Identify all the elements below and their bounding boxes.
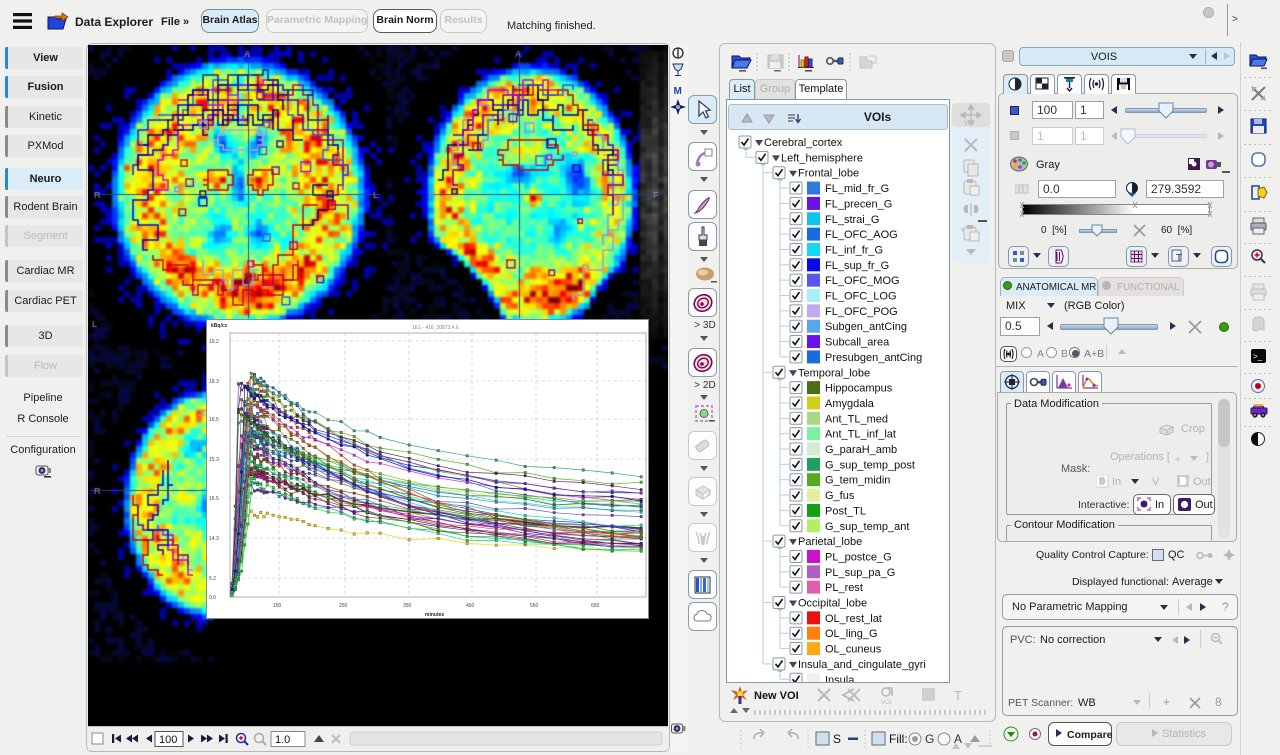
svg-text:Presubgen_antCing: Presubgen_antCing bbox=[825, 352, 922, 364]
svg-text:OL_rest_lat: OL_rest_lat bbox=[825, 613, 882, 625]
svg-text:650: 650 bbox=[591, 603, 600, 609]
svg-text:5.2: 5.2 bbox=[209, 576, 216, 582]
svg-text:14.3: 14.3 bbox=[209, 536, 219, 542]
svg-text:kBq/cc: kBq/cc bbox=[211, 323, 228, 329]
svg-text:FL_OFC_MOG: FL_OFC_MOG bbox=[825, 275, 900, 287]
svg-text:19.2: 19.2 bbox=[209, 339, 219, 345]
svg-text:150: 150 bbox=[273, 603, 282, 609]
svg-text:Insula_and_cingulate_gyri: Insula_and_cingulate_gyri bbox=[798, 659, 926, 671]
svg-text:Post_TL: Post_TL bbox=[825, 505, 866, 517]
svg-text:Temporal_lobe: Temporal_lobe bbox=[798, 367, 870, 379]
svg-text:G_paraH_amb: G_paraH_amb bbox=[825, 444, 897, 456]
svg-text:G_sup_temp_ant: G_sup_temp_ant bbox=[825, 521, 909, 533]
svg-text:0.0: 0.0 bbox=[209, 595, 216, 601]
svg-text:Hippocampus: Hippocampus bbox=[825, 383, 893, 395]
svg-text:Subcall_area: Subcall_area bbox=[825, 337, 890, 349]
svg-text:PL_postce_G: PL_postce_G bbox=[825, 551, 892, 563]
svg-text:Parietal_lobe: Parietal_lobe bbox=[798, 536, 862, 548]
svg-text:G_tem_midin: G_tem_midin bbox=[825, 475, 890, 487]
svg-text:OL_cuneus: OL_cuneus bbox=[825, 644, 882, 656]
svg-text:OL_ling_G: OL_ling_G bbox=[825, 628, 878, 640]
svg-text:18.3: 18.3 bbox=[209, 379, 219, 385]
svg-text:1E1 - 416_30873.4.6: 1E1 - 416_30873.4.6 bbox=[412, 325, 459, 331]
svg-text:G: G bbox=[925, 732, 934, 746]
svg-text:FL_mid_fr_G: FL_mid_fr_G bbox=[825, 183, 889, 195]
svg-text:FL_sup_fr_G: FL_sup_fr_G bbox=[825, 260, 889, 272]
svg-text:Ant_TL_inf_lat: Ant_TL_inf_lat bbox=[825, 429, 896, 441]
svg-text:550: 550 bbox=[530, 603, 539, 609]
svg-text:350: 350 bbox=[403, 603, 412, 609]
svg-text:PL_rest: PL_rest bbox=[825, 582, 863, 594]
svg-text:FL_OFC_AOG: FL_OFC_AOG bbox=[825, 229, 898, 241]
svg-text:T: T bbox=[1176, 253, 1182, 264]
svg-text:Cerebral_cortex: Cerebral_cortex bbox=[764, 137, 843, 149]
svg-text:450: 450 bbox=[466, 603, 475, 609]
svg-text:S: S bbox=[833, 732, 841, 746]
svg-text:Fill:: Fill: bbox=[889, 732, 908, 746]
svg-text:Insula: Insula bbox=[825, 674, 855, 682]
svg-text:16.5: 16.5 bbox=[209, 417, 219, 423]
svg-text:1.0: 1.0 bbox=[275, 734, 290, 746]
svg-text:FL_precen_G: FL_precen_G bbox=[825, 198, 892, 210]
svg-text:G_sup_temp_post: G_sup_temp_post bbox=[825, 459, 915, 471]
svg-text:>_: >_ bbox=[1253, 352, 1263, 361]
svg-text:Frontal_lobe: Frontal_lobe bbox=[798, 168, 859, 180]
svg-text:minutes: minutes bbox=[425, 612, 444, 618]
svg-text:G_fus: G_fus bbox=[825, 490, 855, 502]
svg-text:PL_sup_pa_G: PL_sup_pa_G bbox=[825, 567, 895, 579]
svg-text:100: 100 bbox=[159, 734, 177, 746]
svg-text:Amygdala: Amygdala bbox=[825, 398, 875, 410]
svg-text:16.5: 16.5 bbox=[209, 496, 219, 502]
svg-text:M: M bbox=[674, 86, 682, 97]
svg-text:FL_OFC_POG: FL_OFC_POG bbox=[825, 306, 898, 318]
svg-text:New VOI: New VOI bbox=[754, 690, 799, 702]
svg-text:15.3: 15.3 bbox=[209, 457, 219, 463]
svg-text:FL_strai_G: FL_strai_G bbox=[825, 214, 879, 226]
svg-text:Left_hemisphere: Left_hemisphere bbox=[781, 152, 863, 164]
svg-text:Subgen_antCing: Subgen_antCing bbox=[825, 321, 907, 333]
svg-text:VOI: VOI bbox=[881, 700, 892, 706]
svg-text:FL_OFC_LOG: FL_OFC_LOG bbox=[825, 291, 897, 303]
svg-text:Ant_TL_med: Ant_TL_med bbox=[825, 413, 888, 425]
svg-text:T: T bbox=[954, 688, 962, 703]
svg-text:250: 250 bbox=[339, 603, 348, 609]
svg-text:Occipital_lobe: Occipital_lobe bbox=[798, 598, 867, 610]
svg-text:FL_inf_fr_G: FL_inf_fr_G bbox=[825, 244, 883, 256]
svg-text:VOI: VOI bbox=[964, 121, 975, 127]
svg-text:+: + bbox=[960, 225, 965, 235]
